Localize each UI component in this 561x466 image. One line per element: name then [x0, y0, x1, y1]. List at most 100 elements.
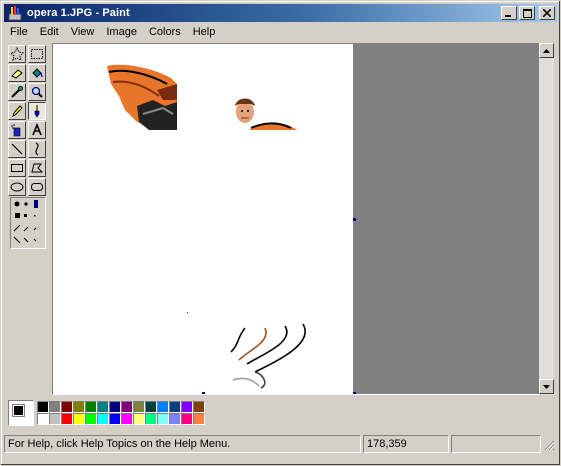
close-icon	[543, 9, 551, 17]
palette-color-swatch[interactable]	[61, 401, 73, 413]
palette-color-swatch[interactable]	[109, 413, 121, 425]
palette-color-swatch[interactable]	[181, 413, 193, 425]
palette-swatches	[37, 401, 205, 425]
tool-line[interactable]	[8, 140, 26, 158]
tool-text[interactable]	[28, 121, 46, 139]
stray-dot	[187, 312, 188, 313]
tool-airbrush[interactable]	[8, 121, 26, 139]
paint-app-icon	[7, 5, 23, 21]
window-title: opera 1.JPG - Paint	[27, 7, 130, 19]
menu-edit[interactable]: Edit	[34, 23, 65, 41]
palette-color-swatch[interactable]	[73, 413, 85, 425]
palette-color-swatch[interactable]	[181, 401, 193, 413]
minimize-button[interactable]	[501, 6, 517, 20]
drawing-canvas[interactable]	[53, 44, 353, 394]
palette-color-swatch[interactable]	[121, 401, 133, 413]
status-coordinates: 178,359	[363, 435, 449, 453]
current-colors[interactable]	[8, 400, 34, 426]
brush-shape-options[interactable]	[10, 197, 46, 249]
eraser-icon	[11, 69, 23, 79]
brush-shapes-icon	[13, 200, 38, 244]
palette-color-swatch[interactable]	[133, 413, 145, 425]
palette-color-swatch[interactable]	[145, 401, 157, 413]
maximize-icon	[522, 8, 532, 18]
eyedropper-icon	[11, 86, 23, 98]
canvas-area	[52, 43, 553, 395]
menu-colors[interactable]: Colors	[143, 23, 187, 41]
tool-rectangle[interactable]	[8, 159, 26, 177]
vertical-scrollbar[interactable]	[539, 43, 554, 395]
title-bar[interactable]: opera 1.JPG - Paint	[4, 4, 557, 22]
tool-ellipse[interactable]	[8, 178, 26, 196]
arrow-up-icon	[543, 48, 550, 53]
tool-pick-color[interactable]	[8, 83, 26, 101]
star-select-icon	[10, 47, 24, 61]
painted-cloak-figure	[107, 64, 177, 130]
tool-eraser[interactable]	[8, 64, 26, 82]
canvas-drawing	[107, 64, 306, 389]
palette-color-swatch[interactable]	[157, 413, 169, 425]
tool-pencil[interactable]	[8, 102, 26, 120]
rectangle-icon	[11, 164, 23, 172]
brush-icon	[34, 105, 40, 118]
palette-color-swatch[interactable]	[73, 401, 85, 413]
scroll-up-button[interactable]	[539, 43, 554, 58]
resize-handle-corner[interactable]	[353, 392, 356, 394]
polygon-icon	[31, 163, 44, 173]
palette-color-swatch[interactable]	[193, 413, 205, 425]
menu-help[interactable]: Help	[187, 23, 222, 41]
palette-color-swatch[interactable]	[121, 413, 133, 425]
rounded-rect-icon	[31, 183, 43, 191]
palette-color-swatch[interactable]	[169, 401, 181, 413]
palette-color-swatch[interactable]	[145, 413, 157, 425]
foreground-color	[12, 404, 25, 417]
airbrush-icon	[11, 124, 21, 137]
tool-select[interactable]	[28, 45, 46, 63]
ellipse-icon	[10, 182, 24, 192]
scroll-down-button[interactable]	[539, 379, 554, 394]
palette-color-swatch[interactable]	[193, 401, 205, 413]
palette-color-swatch[interactable]	[169, 413, 181, 425]
painted-curves	[230, 323, 306, 389]
tool-curve[interactable]	[28, 140, 46, 158]
fill-bucket-icon	[32, 68, 43, 78]
status-help-text: For Help, click Help Topics on the Help …	[4, 435, 361, 453]
palette-color-swatch[interactable]	[37, 401, 49, 413]
curve-icon	[35, 142, 39, 156]
toolbox	[6, 43, 50, 395]
resize-handle-bottom[interactable]	[202, 392, 205, 394]
resize-grip-icon[interactable]	[543, 439, 555, 451]
rect-select-icon	[31, 49, 43, 59]
palette-color-swatch[interactable]	[37, 413, 49, 425]
palette-color-swatch[interactable]	[85, 401, 97, 413]
painted-face-figure	[235, 98, 297, 130]
palette-color-swatch[interactable]	[157, 401, 169, 413]
tool-magnifier[interactable]	[28, 83, 46, 101]
palette-color-swatch[interactable]	[49, 413, 61, 425]
menu-view[interactable]: View	[65, 23, 101, 41]
menu-file[interactable]: File	[4, 23, 34, 41]
palette-color-swatch[interactable]	[97, 413, 109, 425]
paint-window: opera 1.JPG - Paint File Edit View Image…	[0, 0, 561, 466]
line-icon	[11, 143, 23, 155]
maximize-button[interactable]	[519, 6, 535, 20]
palette-color-swatch[interactable]	[61, 413, 73, 425]
palette-color-swatch[interactable]	[49, 401, 61, 413]
text-icon	[32, 123, 42, 136]
tool-polygon[interactable]	[28, 159, 46, 177]
tool-brush[interactable]	[28, 102, 46, 120]
resize-handle-right[interactable]	[353, 218, 356, 221]
menu-image[interactable]: Image	[100, 23, 143, 41]
close-button[interactable]	[539, 6, 555, 20]
palette-color-swatch[interactable]	[85, 413, 97, 425]
menu-bar: File Edit View Image Colors Help	[4, 23, 557, 41]
pencil-icon	[12, 105, 23, 117]
status-selection-size	[451, 435, 541, 453]
palette-color-swatch[interactable]	[97, 401, 109, 413]
arrow-down-icon	[543, 384, 550, 389]
tool-free-form-select[interactable]	[8, 45, 26, 63]
palette-color-swatch[interactable]	[133, 401, 145, 413]
palette-color-swatch[interactable]	[109, 401, 121, 413]
tool-rounded-rectangle[interactable]	[28, 178, 46, 196]
tool-fill[interactable]	[28, 64, 46, 82]
